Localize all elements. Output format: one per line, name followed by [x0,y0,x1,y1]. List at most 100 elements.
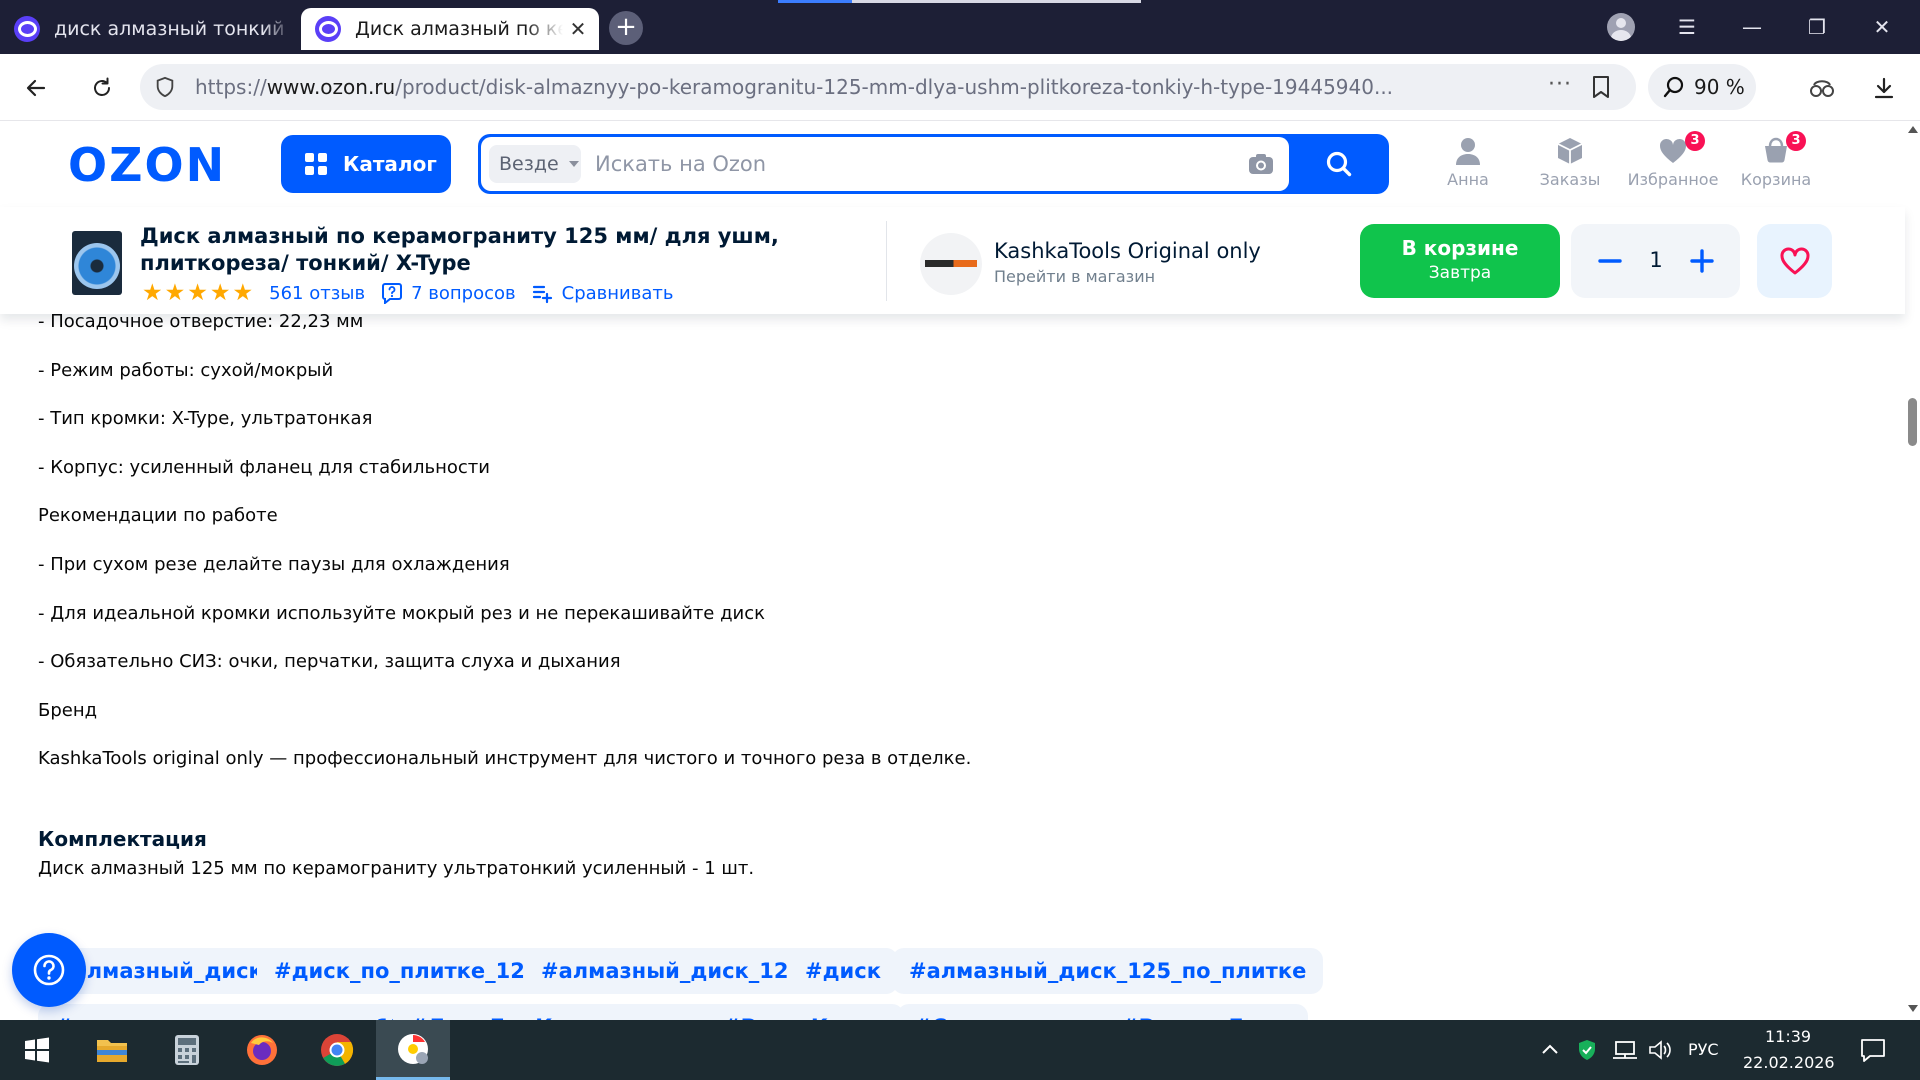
add-to-favorites-button[interactable] [1757,224,1832,298]
description-heading: Бренд [38,700,98,721]
header-profile[interactable]: Анна [1418,136,1518,189]
browser-tab-2-active[interactable]: Диск алмазный по керамограниту ✕ [301,8,599,50]
window-minimize-button[interactable]: — [1732,8,1772,46]
go-to-store-link[interactable]: Перейти в магазин [994,267,1155,286]
notifications-icon[interactable] [1860,1038,1886,1062]
downloads-button[interactable] [1862,66,1906,110]
search-scope-label: Везде [499,153,559,175]
taskbar-yandex-browser[interactable] [376,1020,450,1080]
hashtag[interactable]: #диск [788,948,898,994]
hashtag[interactable]: #алмазный_диск_125_по_плитке [892,948,1324,994]
reload-button[interactable] [80,66,124,110]
browser-profile-icon[interactable] [1607,13,1635,41]
help-icon [33,954,65,986]
search-submit-button[interactable] [1296,142,1382,186]
hashtag[interactable]: #алмазный_диск_125 [524,948,821,994]
browser-menu-icon[interactable]: ☰ [1667,8,1707,46]
url-more-icon[interactable]: ··· [1548,72,1572,97]
favorites-count-badge: 3 [1685,131,1705,151]
search-bar: Везде Искать на Ozon [478,134,1389,194]
folder-icon [97,1040,127,1062]
description-line: - Тип кромки: X-Type, ультратонкая [38,408,373,429]
product-title: Диск алмазный по керамограниту 125 мм/ д… [140,224,779,275]
url-text[interactable]: https://www.ozon.ru/product/disk-almazny… [195,75,1555,99]
search-scope-dropdown[interactable]: Везде [489,145,581,183]
address-bar[interactable]: https://www.ozon.ru/product/disk-almazny… [140,64,1636,110]
scroll-down-icon[interactable] [1908,1005,1918,1012]
extensions-button[interactable] [1800,66,1844,110]
plus-icon[interactable] [1687,246,1717,276]
in-cart-label: В корзине [1401,236,1519,260]
yandex-browser-icon [398,1033,428,1064]
search-input[interactable]: Искать на Ozon [595,152,766,176]
hashtag[interactable]: #ДискДляКерамогранита [393,1004,741,1020]
hashtag[interactable]: #РезкаКамня [706,1004,905,1020]
questions-link[interactable]: 7 вопросов [381,282,516,304]
zoom-indicator[interactable]: 90 % [1648,64,1756,110]
seller-logo[interactable] [920,233,982,295]
catalog-button[interactable]: Каталог [281,135,451,193]
description-line: - Корпус: усиленный фланец для стабильно… [38,457,490,478]
heart-icon [1659,138,1687,163]
clock-time[interactable]: 11:39 [1765,1027,1811,1046]
clock-date[interactable]: 22.02.2026 [1743,1053,1835,1072]
browser-tab-1[interactable]: диск алмазный тонкий - к [0,8,292,50]
help-button[interactable] [12,933,86,1007]
seller-name[interactable]: KashkaTools Original only [994,239,1261,263]
in-cart-button[interactable]: В корзине Завтра [1360,224,1560,298]
hashtag[interactable]: #диск_по_плитке_125 [257,948,557,994]
reviews-link[interactable]: 561 отзыв [269,283,365,304]
hashtag[interactable]: #диск_по_керамограниту_125 [38,1004,437,1020]
scroll-up-icon[interactable] [1908,126,1918,133]
delivery-label: Завтра [1428,263,1492,283]
svg-text:OZON: OZON [68,141,226,187]
ozon-logo[interactable]: OZON [68,141,248,187]
rating-stars[interactable]: ★ ★ ★ ★ ★ [142,280,255,306]
description-line: - Режим работы: сухой/мокрый [38,360,334,381]
url-path: /product/disk-almaznyy-po-keramogranitu-… [395,75,1394,99]
kit-title: Комплектация [38,827,207,851]
hashtag[interactable]: #РемонтДома [1104,1004,1308,1020]
shield-icon[interactable] [154,76,176,98]
taskbar-calculator[interactable] [150,1020,224,1080]
new-tab-button[interactable]: + [609,11,643,45]
volume-icon[interactable] [1648,1040,1672,1060]
browser-nav-bar: https://www.ozon.ru/product/disk-almazny… [0,54,1920,121]
product-thumbnail[interactable] [72,231,122,295]
tray-chevron-up-icon[interactable] [1541,1042,1559,1056]
calculator-icon [175,1035,199,1065]
ozon-favicon-icon [14,16,40,42]
taskbar-file-explorer[interactable] [75,1020,149,1080]
star-icon: ★ [142,280,163,306]
network-icon[interactable] [1612,1040,1638,1060]
zoom-icon [1663,76,1684,98]
tab-title: Диск алмазный по керамограниту [355,18,563,40]
download-icon [1874,77,1894,99]
start-button[interactable] [0,1020,74,1080]
window-close-button[interactable]: ✕ [1862,8,1902,46]
tab-close-icon[interactable]: ✕ [563,14,593,44]
taskbar-firefox[interactable] [225,1020,299,1080]
bookmark-icon[interactable] [1590,75,1612,99]
security-shield-icon[interactable] [1578,1039,1596,1061]
question-icon [382,283,403,304]
user-icon [1456,138,1480,165]
star-icon: ★ [209,280,231,306]
hashtag[interactable]: #Строительство [897,1004,1128,1020]
chevron-down-icon [568,161,579,167]
input-language[interactable]: РУС [1688,1040,1719,1059]
header-orders[interactable]: Заказы [1520,136,1620,189]
compare-link[interactable]: Сравнивать [532,282,673,304]
scrollbar-thumb[interactable] [1908,398,1917,446]
minus-icon[interactable] [1595,246,1625,276]
header-favorites[interactable]: Избранное 3 [1623,131,1723,189]
url-domain: www.ozon.ru [266,75,396,99]
header-cart[interactable]: Корзина 3 [1726,131,1826,189]
windows-start-icon [25,1037,49,1063]
back-button[interactable] [14,66,58,110]
taskbar-chrome[interactable] [300,1020,374,1080]
window-restore-button[interactable]: ❐ [1797,8,1837,46]
camera-icon[interactable] [1247,152,1275,176]
url-prefix: https:// [195,75,267,99]
page-scrollbar[interactable] [1905,121,1920,1020]
